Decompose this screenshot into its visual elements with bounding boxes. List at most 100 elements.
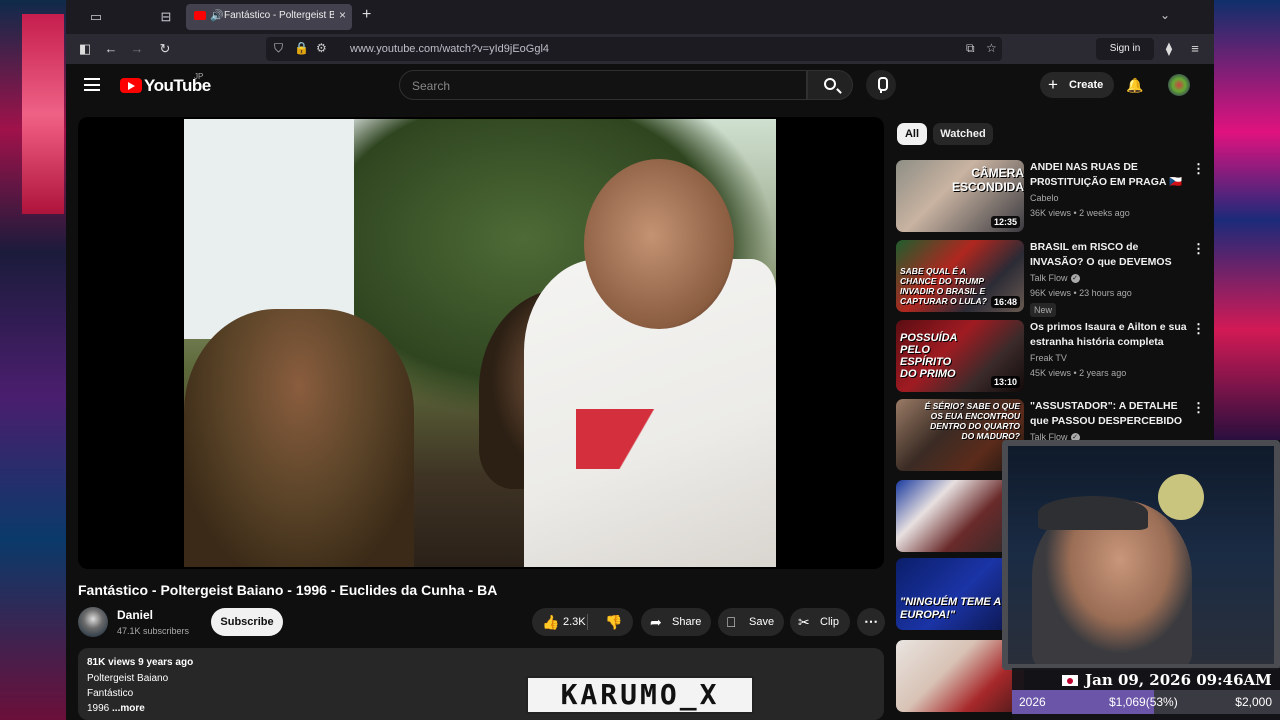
donation-goal-ticker: Jan 09, 2026 09:46AM 2026 $1,069(53%) $2… bbox=[1012, 668, 1280, 720]
show-more-link[interactable]: ...more bbox=[112, 703, 145, 714]
filter-chip-all[interactable]: All bbox=[897, 123, 927, 145]
description-box[interactable]: 81K views 9 years ago Poltergeist Baiano… bbox=[78, 648, 884, 720]
streamer-name-overlay: KARUMO_X bbox=[526, 676, 754, 714]
channel-name[interactable]: Daniel bbox=[117, 608, 153, 622]
scissors-icon: ✂ bbox=[798, 614, 810, 630]
recommended-title[interactable]: BRASIL em RISCO de INVASÃO? O que DEVEMO… bbox=[1030, 240, 1190, 270]
channel-avatar[interactable] bbox=[78, 607, 108, 637]
verified-check-icon: ✓ bbox=[1070, 274, 1080, 284]
speaker-icon[interactable]: 🔊 bbox=[210, 9, 224, 22]
forward-icon[interactable]: → bbox=[128, 40, 146, 58]
recommended-video[interactable]: POSSUÍDA PELO ESPÍRITO DO PRIMO 13:10 Os… bbox=[896, 320, 1206, 392]
goal-year: 2026 bbox=[1019, 695, 1046, 709]
nav-bar: ◧ ← → ↻ ⛉ 🔒 ⚙ www.youtube.com/watch?v=yI… bbox=[66, 34, 1214, 64]
more-actions-button[interactable]: ⋯ bbox=[857, 608, 885, 636]
goal-progress-bar: 2026 $1,069(53%) $2,000 bbox=[1012, 690, 1280, 714]
list-all-tabs-icon[interactable]: ⌄ bbox=[1160, 8, 1170, 22]
url-text[interactable]: www.youtube.com/watch?v=yId9jEoGgl4 bbox=[350, 43, 549, 55]
tab-groups-icon[interactable]: ⊟ bbox=[158, 9, 174, 25]
like-icon[interactable]: 👍 bbox=[542, 608, 559, 636]
app-menu-icon[interactable]: ≡ bbox=[1186, 40, 1204, 58]
video-thumbnail[interactable]: POSSUÍDA PELO ESPÍRITO DO PRIMO 13:10 bbox=[896, 320, 1024, 392]
extensions-icon[interactable]: ⧫ bbox=[1160, 40, 1178, 58]
new-tab-button[interactable]: + bbox=[362, 6, 371, 24]
shield-icon[interactable]: ⛉ bbox=[274, 41, 283, 56]
video-thumbnail[interactable]: SABE QUAL É A CHANCE DO TRUMP INVADIR O … bbox=[896, 240, 1024, 312]
thumbnail-text: SABE QUAL É A CHANCE DO TRUMP INVADIR O … bbox=[900, 266, 987, 306]
thumbnail-text: "NINGUÉM TEME A EUROPA!" bbox=[900, 596, 1001, 621]
save-button[interactable]: ⎕ Save bbox=[718, 608, 784, 636]
picture-in-picture-icon[interactable]: ⧉ bbox=[966, 41, 975, 56]
recommended-channel[interactable]: Cabelo bbox=[1030, 193, 1059, 203]
recommended-meta: 45K views • 2 years ago bbox=[1030, 368, 1127, 378]
permissions-icon[interactable]: ⚙ bbox=[316, 41, 327, 55]
recommended-meta: 36K views • 2 weeks ago bbox=[1030, 208, 1130, 218]
dislike-icon[interactable]: 👎 bbox=[605, 608, 622, 636]
bookmark-star-icon[interactable]: ☆ bbox=[986, 41, 997, 55]
create-label: Create bbox=[1069, 79, 1104, 91]
description-line: 1996 ...more bbox=[87, 703, 145, 714]
tab-active[interactable]: 🔊 Fantástico - Poltergeist Baiano × bbox=[186, 4, 352, 30]
recommended-title[interactable]: "ASSUSTADOR": A DETALHE que PASSOU DESPE… bbox=[1030, 399, 1190, 429]
goal-target: $2,000 bbox=[1235, 695, 1272, 709]
video-duration: 13:10 bbox=[990, 376, 1020, 388]
search-button[interactable] bbox=[807, 70, 853, 100]
stream-date: Jan 09, 2026 09:46AM bbox=[1085, 671, 1272, 689]
sidebar-toggle-icon[interactable]: ▭ bbox=[88, 9, 104, 25]
like-dislike-group: 👍 2.3K 👎 bbox=[532, 608, 633, 636]
tab-title: Fantástico - Poltergeist Baiano bbox=[224, 10, 334, 21]
like-count[interactable]: 2.3K bbox=[563, 608, 586, 636]
back-icon[interactable]: ← bbox=[102, 40, 120, 58]
recommended-channel[interactable]: Freak TV bbox=[1030, 353, 1067, 363]
recommended-title[interactable]: ANDEI NAS RUAS DE PR0STITUIÇÃO EM PRAGA … bbox=[1030, 160, 1190, 190]
thumbnail-text: CÂMERA ESCONDIDA bbox=[951, 166, 1024, 194]
kebab-menu-icon[interactable]: ⋮ bbox=[1192, 242, 1205, 256]
recommended-channel[interactable]: Talk Flow ✓ bbox=[1030, 273, 1080, 284]
description-line: Poltergeist Baiano bbox=[87, 673, 169, 684]
recommended-title[interactable]: Os primos Isaura e Ailton e sua estranha… bbox=[1030, 320, 1190, 350]
recommended-meta: 96K views • 23 hours ago bbox=[1030, 288, 1132, 298]
reload-icon[interactable]: ↻ bbox=[156, 40, 174, 58]
recommended-video[interactable]: CÂMERA ESCONDIDA 12:35 ANDEI NAS RUAS DE… bbox=[896, 160, 1206, 232]
video-thumbnail[interactable]: CÂMERA ESCONDIDA 12:35 bbox=[896, 160, 1024, 232]
hamburger-menu-icon[interactable] bbox=[84, 78, 100, 91]
youtube-play-icon bbox=[120, 78, 142, 93]
kebab-menu-icon[interactable]: ⋮ bbox=[1192, 401, 1205, 415]
video-player[interactable] bbox=[78, 117, 884, 569]
share-button[interactable]: ➦ Share bbox=[641, 608, 711, 636]
close-tab-icon[interactable]: × bbox=[339, 8, 346, 22]
clip-label: Clip bbox=[820, 616, 839, 628]
lock-icon[interactable]: 🔒 bbox=[294, 41, 309, 55]
search-input[interactable] bbox=[412, 77, 792, 95]
bookmark-icon: ⎕ bbox=[727, 614, 736, 630]
tab-bar: ▭ ⊟ 🔊 Fantástico - Poltergeist Baiano × … bbox=[66, 0, 1214, 34]
kebab-menu-icon[interactable]: ⋮ bbox=[1192, 162, 1205, 176]
video-duration: 12:35 bbox=[990, 216, 1020, 228]
address-bar[interactable]: ⛉ 🔒 ⚙ www.youtube.com/watch?v=yId9jEoGgl… bbox=[266, 37, 1002, 61]
view-count-date: 81K views 9 years ago bbox=[87, 657, 194, 668]
create-button[interactable]: + Create bbox=[1040, 72, 1114, 98]
save-label: Save bbox=[749, 616, 775, 628]
subscribe-button[interactable]: Subscribe bbox=[211, 608, 283, 636]
sidebar-icon[interactable]: ◧ bbox=[76, 40, 94, 58]
recommended-video[interactable]: SABE QUAL É A CHANCE DO TRUMP INVADIR O … bbox=[896, 240, 1206, 317]
webcam-overlay bbox=[1002, 440, 1280, 670]
thumbnail-text: POSSUÍDA PELO ESPÍRITO DO PRIMO bbox=[900, 332, 958, 380]
filter-chip-watched[interactable]: Watched bbox=[933, 123, 993, 145]
new-badge: New bbox=[1030, 303, 1057, 317]
stream-background-left bbox=[0, 0, 66, 720]
goal-amount: $1,069(53%) bbox=[1109, 695, 1178, 709]
account-avatar[interactable] bbox=[1168, 74, 1190, 96]
search-icon bbox=[824, 78, 836, 90]
notifications-bell-icon[interactable]: 🔔 bbox=[1126, 77, 1143, 93]
sign-in-button[interactable]: Sign in bbox=[1096, 38, 1154, 60]
plus-icon: + bbox=[1048, 75, 1058, 94]
voice-search-button[interactable] bbox=[866, 70, 896, 100]
kebab-menu-icon[interactable]: ⋮ bbox=[1192, 322, 1205, 336]
description-line: Fantástico bbox=[87, 688, 134, 699]
clip-button[interactable]: ✂ Clip bbox=[790, 608, 850, 636]
share-label: Share bbox=[672, 616, 702, 628]
neon-sign bbox=[22, 14, 64, 214]
japan-flag-icon bbox=[1062, 675, 1078, 686]
subscriber-count: 47.1K subscribers bbox=[117, 626, 190, 636]
